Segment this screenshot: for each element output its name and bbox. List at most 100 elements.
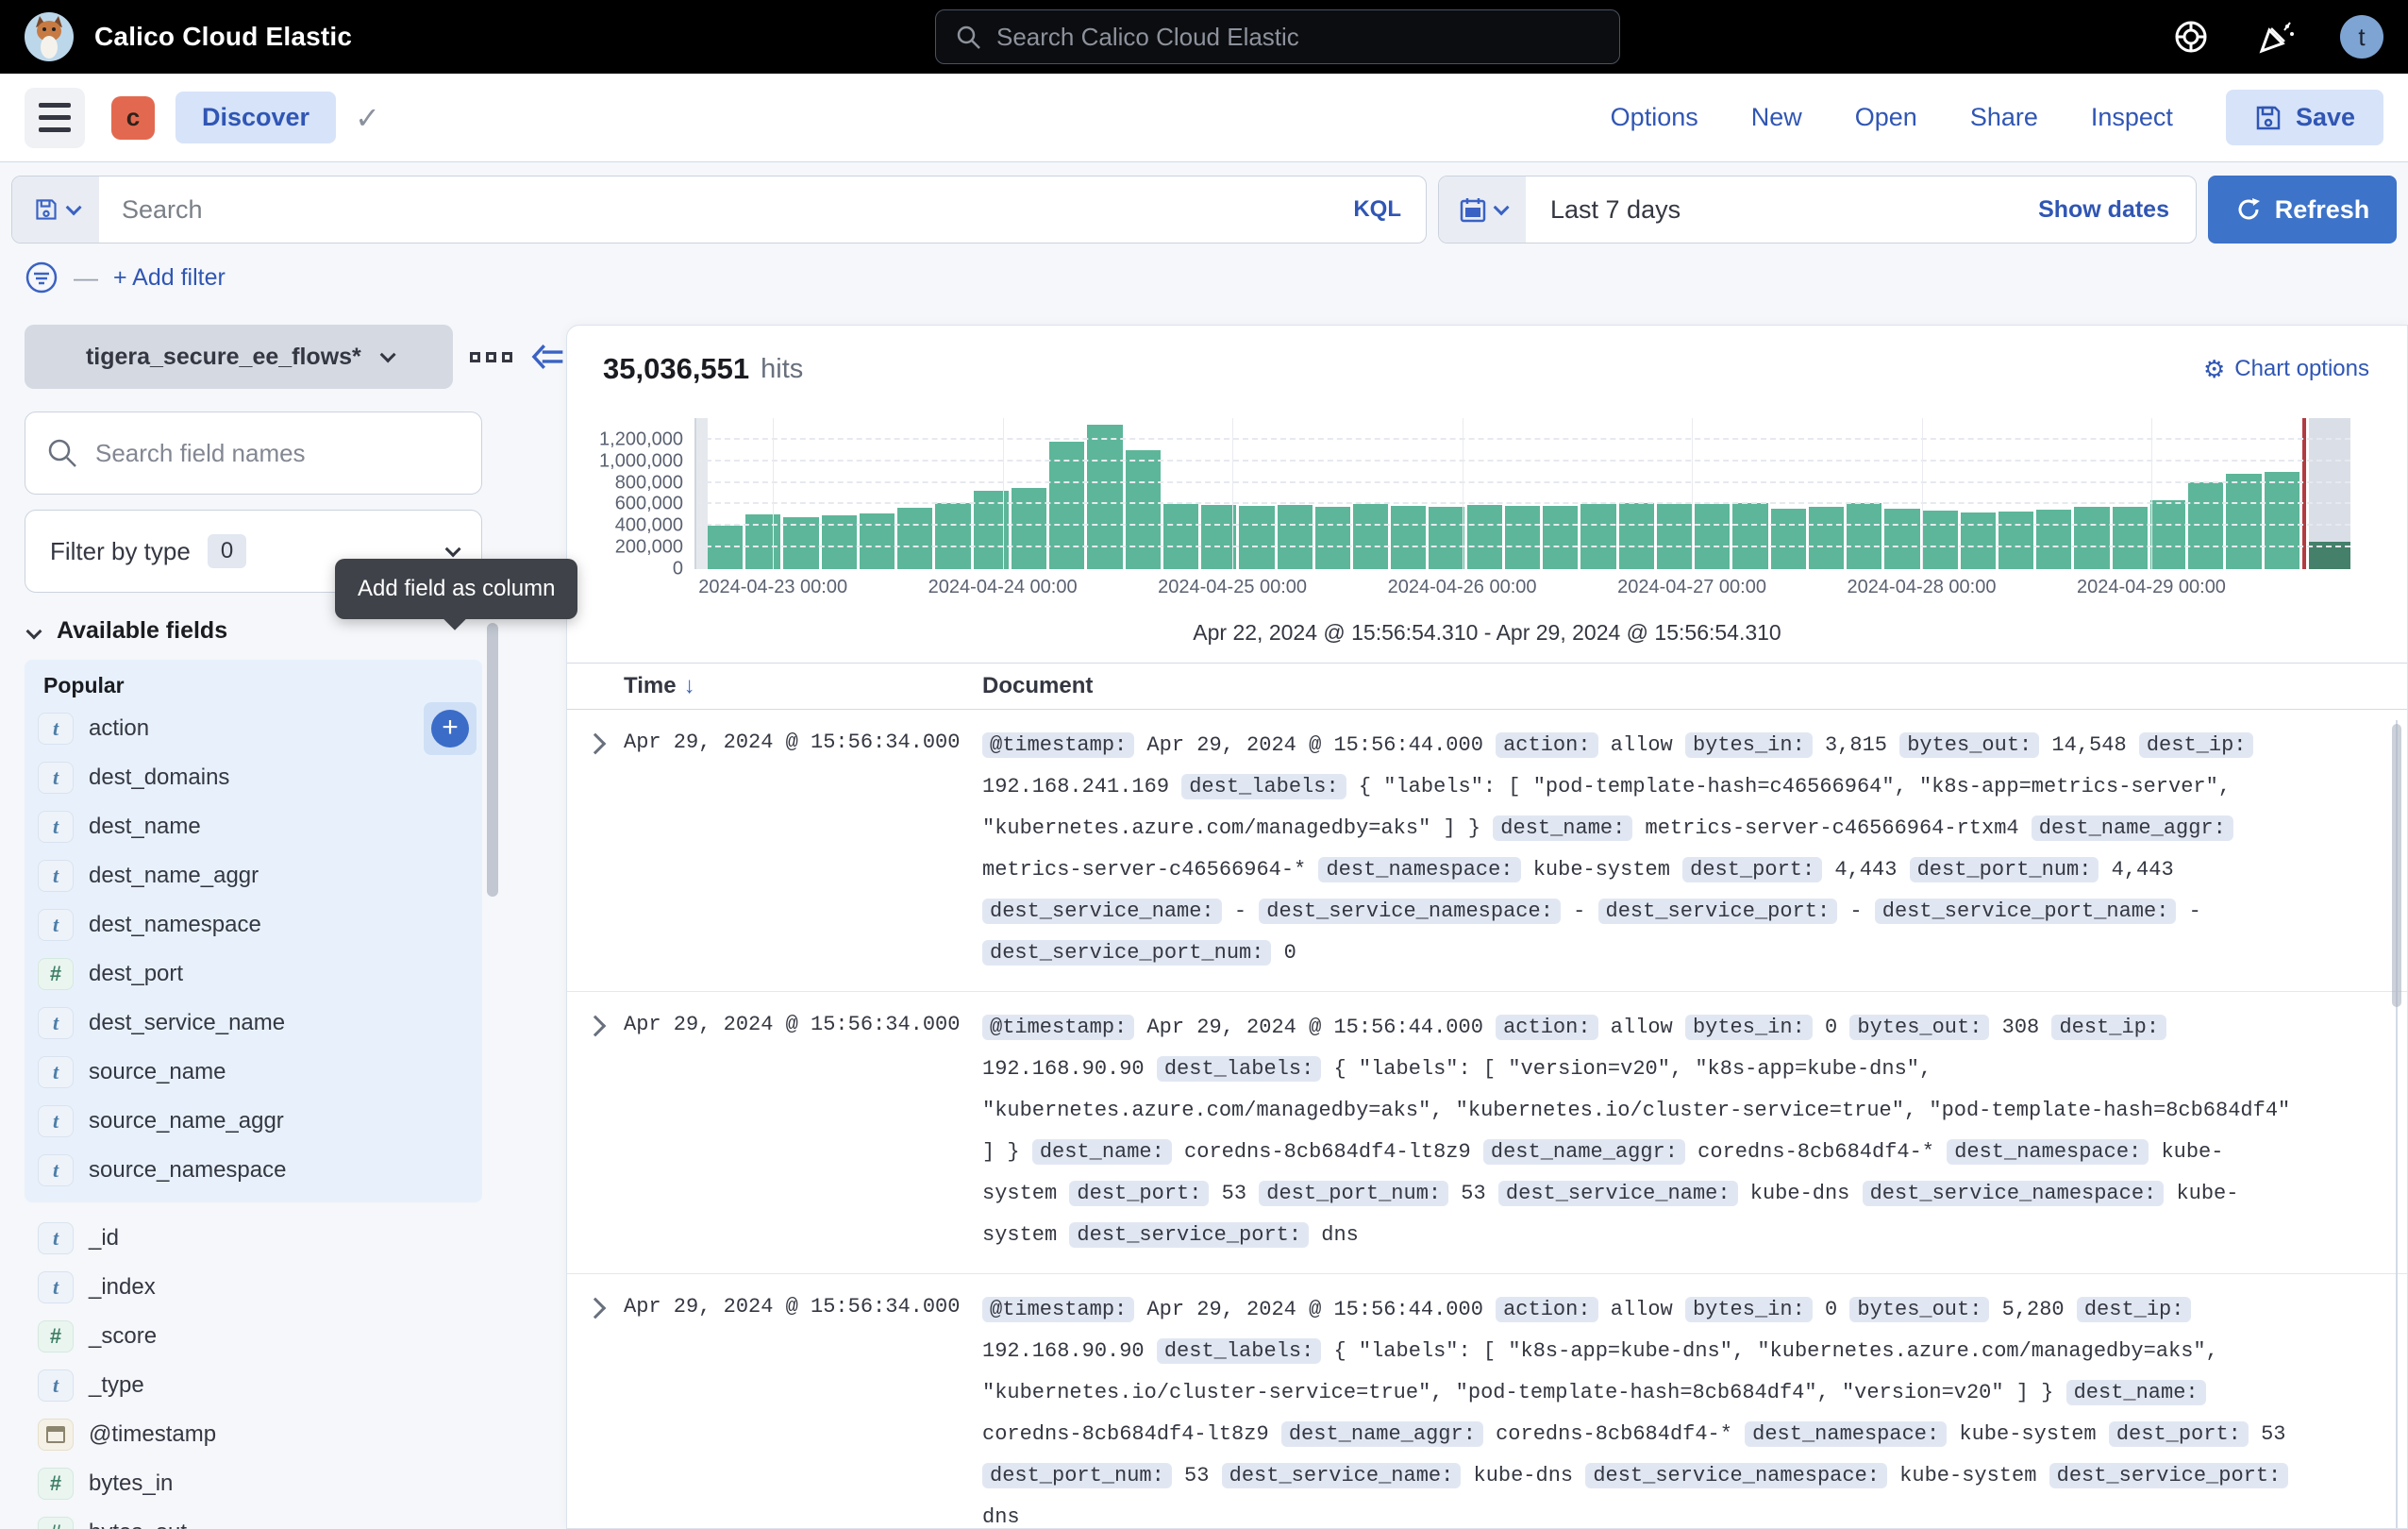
floppy-icon [34, 197, 59, 222]
x-axis-tick-label: 2024-04-25 00:00 [1158, 577, 1307, 598]
doc-field-key: dest_name_aggr: [1483, 1139, 1685, 1165]
day-gridline [1692, 418, 1693, 569]
doc-field-key: bytes_out: [1899, 732, 2039, 758]
field-item-dest_port[interactable]: #dest_port [25, 949, 482, 999]
chevron-down-icon [1494, 199, 1510, 215]
field-name: action [89, 715, 149, 742]
y-gridline [696, 438, 2350, 440]
refresh-icon [2235, 196, 2262, 223]
whats-new-party-popper-icon[interactable] [2255, 16, 2297, 58]
y-axis-tick-label: 1,000,000 [599, 450, 683, 472]
new-link[interactable]: New [1751, 103, 1802, 132]
histogram-bar [1467, 505, 1502, 569]
field-item-source_namespace[interactable]: tsource_namespace [25, 1146, 482, 1195]
kql-search-input[interactable]: Search [99, 195, 1353, 225]
doc-field-key: dest_service_port: [1598, 899, 1838, 924]
field-item-dest_namespace[interactable]: tdest_namespace [25, 900, 482, 949]
x-axis-tick-label: 2024-04-27 00:00 [1617, 577, 1766, 598]
doc-field-key: dest_service_namespace: [1863, 1181, 2165, 1206]
help-lifebuoy-icon[interactable] [2170, 16, 2212, 58]
field-item-dest_service_name[interactable]: tdest_service_name [25, 999, 482, 1048]
field-name: _score [89, 1323, 157, 1350]
table-scrollbar-thumb[interactable] [2392, 724, 2401, 1007]
space-badge[interactable]: c [111, 96, 155, 140]
calendar-menu-button[interactable] [1439, 176, 1526, 243]
global-search-input[interactable]: Search Calico Cloud Elastic [935, 9, 1620, 64]
doc-field-key: dest_service_port_name: [1875, 899, 2177, 924]
field-item-bytes_in[interactable]: #bytes_in [25, 1459, 566, 1508]
share-link[interactable]: Share [1970, 103, 2038, 132]
collapse-sidebar-icon[interactable] [529, 341, 566, 373]
field-item-_id[interactable]: t_id [25, 1214, 566, 1263]
add-filter-button[interactable]: + Add filter [113, 264, 226, 292]
histogram-bar [1163, 504, 1198, 569]
text-field-icon: t [38, 1007, 74, 1039]
user-avatar[interactable]: t [2340, 15, 2383, 59]
field-item-source_name_aggr[interactable]: tsource_name_aggr [25, 1097, 482, 1146]
field-item-bytes_out[interactable]: #bytes_out [25, 1508, 566, 1529]
day-gridline [2151, 418, 2152, 569]
histogram-bar [1847, 503, 1881, 569]
field-item-action[interactable]: taction+ [25, 704, 482, 753]
show-dates-button[interactable]: Show dates [2038, 196, 2196, 224]
field-item-source_name[interactable]: tsource_name [25, 1048, 482, 1097]
chart-plot-area[interactable] [694, 418, 2350, 569]
histogram-bar [1201, 505, 1236, 569]
fields-sidebar: tigera_secure_ee_flows* Search field nam… [0, 311, 566, 1529]
field-item-dest_name_aggr[interactable]: tdest_name_aggr [25, 851, 482, 900]
histogram-bar [897, 508, 932, 569]
doc-field-key: dest_namespace: [1318, 857, 1520, 882]
time-range-value[interactable]: Last 7 days [1526, 195, 1681, 225]
refresh-button[interactable]: Refresh [2208, 176, 2397, 244]
number-field-icon: # [38, 1517, 74, 1529]
open-link[interactable]: Open [1855, 103, 1917, 132]
expand-row-chevron-icon[interactable] [585, 733, 607, 755]
date-picker: Last 7 days Show dates [1438, 176, 2197, 244]
inspect-link[interactable]: Inspect [2091, 103, 2173, 132]
time-column-header[interactable]: Time↓ [624, 673, 982, 699]
add-field-as-column-button[interactable]: + [424, 702, 477, 755]
save-button[interactable]: Save [2226, 90, 2383, 145]
expand-row-chevron-icon[interactable] [585, 1298, 607, 1319]
query-language-button[interactable]: KQL [1353, 196, 1426, 223]
available-fields-header[interactable]: Available fields [25, 617, 566, 645]
histogram-bar [1543, 506, 1578, 569]
field-item-dest_name[interactable]: tdest_name [25, 802, 482, 851]
field-item-@timestamp[interactable]: @timestamp [25, 1410, 566, 1459]
field-statistics-icon[interactable] [470, 352, 512, 362]
field-item-dest_domains[interactable]: tdest_domains [25, 753, 482, 802]
calico-logo[interactable] [25, 12, 74, 61]
breadcrumb-discover[interactable]: Discover [176, 92, 336, 143]
saved-query-menu-button[interactable] [12, 176, 99, 243]
table-row: Apr 29, 2024 @ 15:56:34.000@timestamp: A… [567, 1274, 2407, 1528]
field-item-_score[interactable]: #_score [25, 1312, 566, 1361]
doc-field-key: dest_ip: [2077, 1297, 2192, 1322]
histogram-bar [1505, 506, 1540, 569]
table-row: Apr 29, 2024 @ 15:56:34.000@timestamp: A… [567, 710, 2407, 992]
field-name: _index [89, 1274, 156, 1301]
text-field-icon: t [38, 762, 74, 794]
index-pattern-selector[interactable]: tigera_secure_ee_flows* [25, 325, 453, 389]
histogram-bar [1315, 507, 1350, 569]
hamburger-menu-button[interactable] [25, 88, 85, 148]
row-document-summary: @timestamp: Apr 29, 2024 @ 15:56:44.000 … [982, 1007, 2407, 1256]
field-search-input[interactable]: Search field names [25, 412, 482, 495]
expand-row-chevron-icon[interactable] [585, 1016, 607, 1037]
type-filter-count-badge: 0 [208, 534, 246, 568]
filter-dash: — [74, 263, 98, 293]
chevron-down-icon [379, 346, 395, 362]
chart-options-button[interactable]: ⚙ Chart options [2203, 355, 2369, 384]
filter-icon[interactable] [25, 260, 59, 294]
histogram-bar [1012, 488, 1046, 569]
chevron-down-icon [26, 623, 42, 639]
global-header: Calico Cloud Elastic Search Calico Cloud… [0, 0, 2408, 74]
chevron-down-icon [445, 541, 461, 557]
doc-field-key: @timestamp: [982, 1297, 1134, 1322]
number-field-icon: # [38, 958, 74, 990]
options-link[interactable]: Options [1611, 103, 1698, 132]
field-item-_type[interactable]: t_type [25, 1361, 566, 1410]
doc-field-key: bytes_out: [1849, 1297, 1989, 1322]
field-item-_index[interactable]: t_index [25, 1263, 566, 1312]
row-document-summary: @timestamp: Apr 29, 2024 @ 15:56:44.000 … [982, 725, 2407, 974]
sidebar-scrollbar[interactable] [487, 623, 498, 897]
